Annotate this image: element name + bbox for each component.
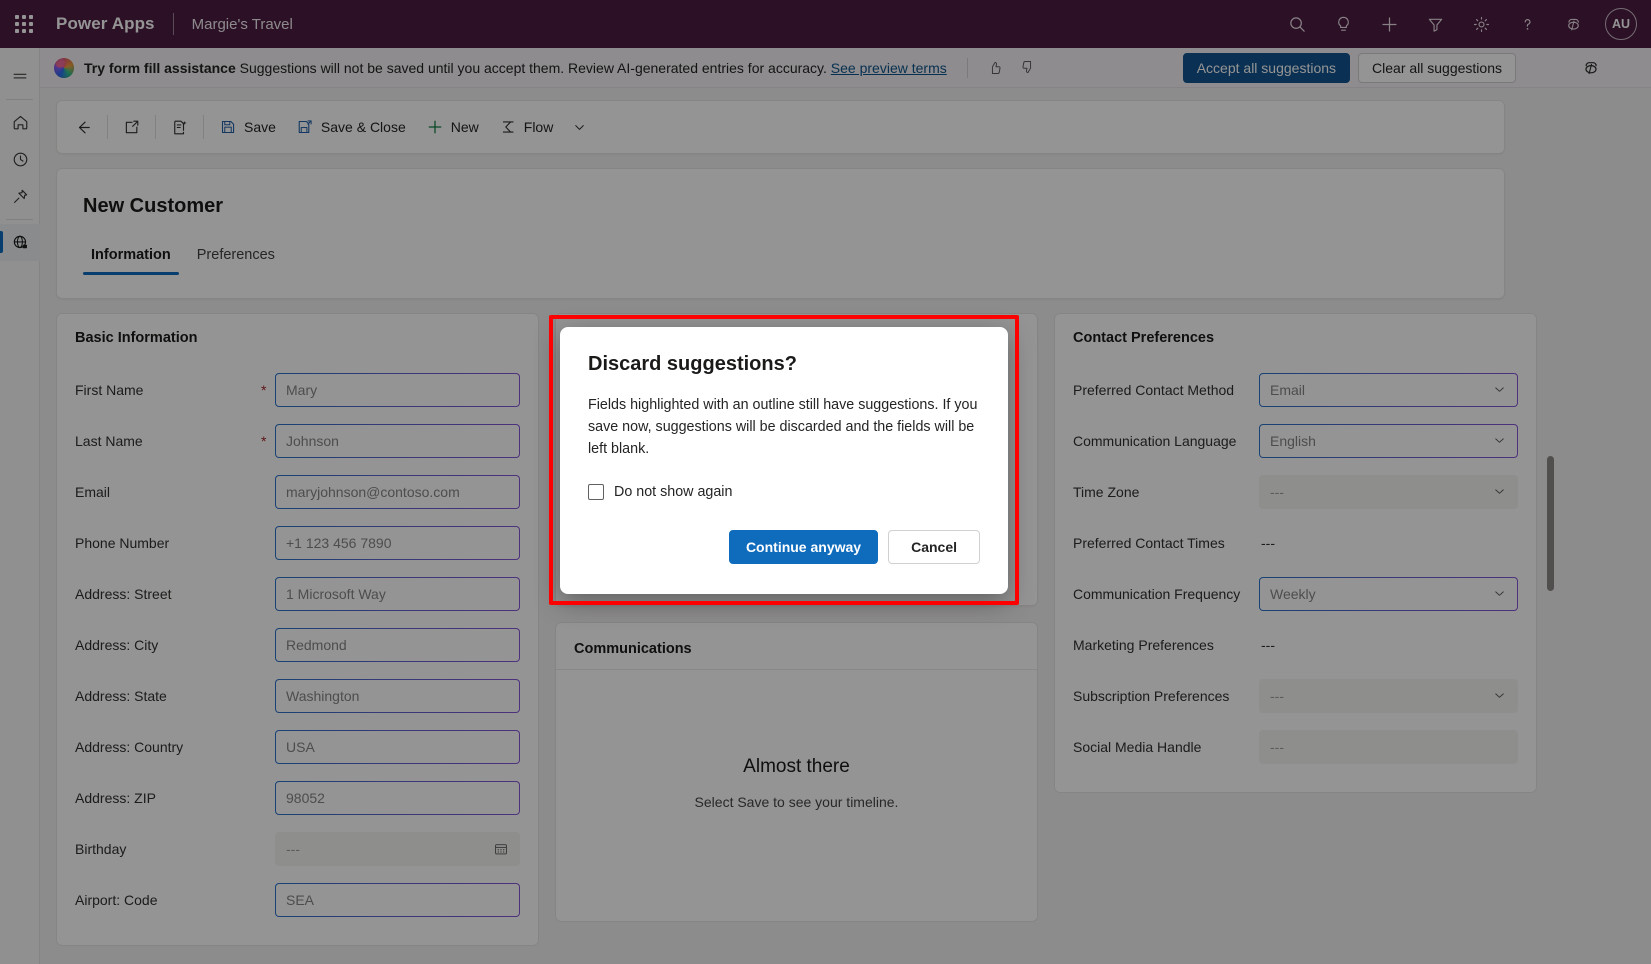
dialog-actions: Continue anyway Cancel bbox=[588, 530, 980, 564]
checkbox-box[interactable] bbox=[588, 484, 604, 500]
dialog-body-text: Fields highlighted with an outline still… bbox=[588, 394, 980, 460]
app-root: Power Apps Margie's Travel bbox=[0, 0, 1651, 964]
checkbox-label: Do not show again bbox=[614, 484, 732, 500]
cancel-button[interactable]: Cancel bbox=[888, 530, 980, 564]
dialog-title: Discard suggestions? bbox=[588, 353, 980, 376]
discard-suggestions-dialog: Discard suggestions? Fields highlighted … bbox=[560, 327, 1008, 594]
continue-anyway-button[interactable]: Continue anyway bbox=[729, 530, 878, 564]
do-not-show-again-checkbox[interactable]: Do not show again bbox=[588, 484, 980, 500]
